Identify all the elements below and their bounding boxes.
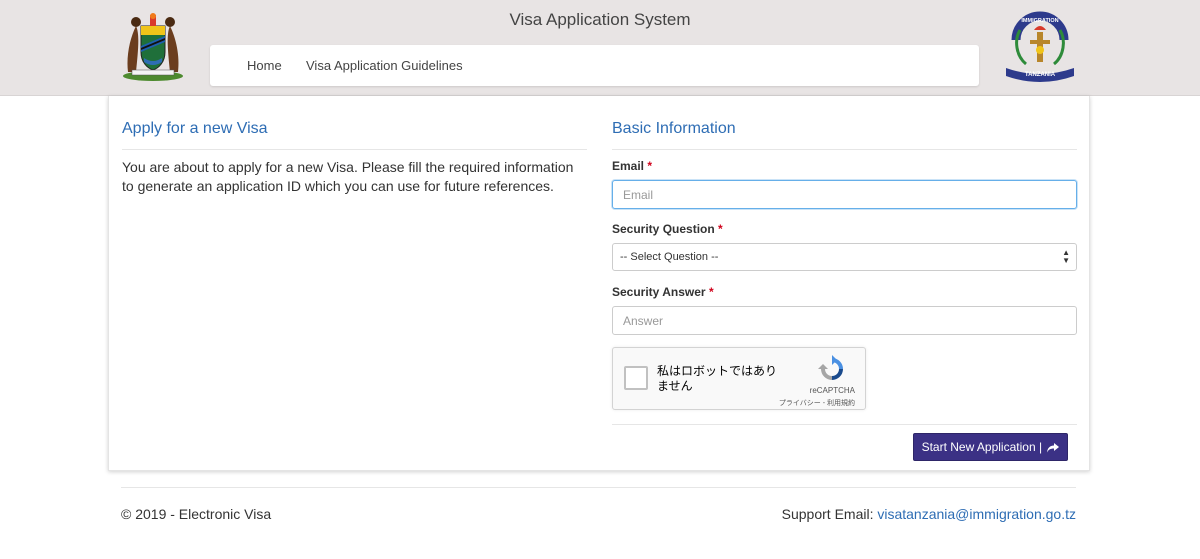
page-header: Visa Application System Home Visa Applic… bbox=[0, 0, 1200, 96]
support-label: Support Email: bbox=[781, 506, 874, 522]
start-new-application-button[interactable]: Start New Application | bbox=[913, 433, 1068, 461]
application-panel: Apply for a new Visa You are about to ap… bbox=[108, 96, 1090, 471]
footer-support: Support Email: visatanzania@immigration.… bbox=[600, 506, 1076, 522]
recaptcha-brand: reCAPTCHA bbox=[809, 386, 855, 395]
form-footer-divider bbox=[612, 424, 1077, 425]
tanzania-coat-of-arms-icon bbox=[123, 13, 183, 81]
select-value: -- Select Question -- bbox=[620, 251, 719, 263]
required-marker: * bbox=[647, 159, 653, 173]
required-marker: * bbox=[718, 222, 723, 236]
heading-divider bbox=[122, 149, 587, 150]
logo-tanzania-text: TANZANIA bbox=[1025, 72, 1056, 78]
immigration-tanzania-logo-icon: IMMIGRATION TANZANIA bbox=[1006, 11, 1074, 82]
main-navbar: Home Visa Application Guidelines bbox=[210, 45, 979, 86]
logo-immigration-text: IMMIGRATION bbox=[1021, 18, 1058, 24]
recaptcha-icon bbox=[818, 355, 843, 380]
form-heading-divider bbox=[612, 149, 1077, 150]
email-label: Email * bbox=[612, 159, 653, 173]
nav-guidelines-link[interactable]: Visa Application Guidelines bbox=[306, 58, 463, 73]
nav-home-link[interactable]: Home bbox=[247, 58, 282, 73]
select-arrows-icon: ▲ ▼ bbox=[1062, 248, 1070, 265]
security-question-select[interactable]: -- Select Question -- ▲ ▼ bbox=[612, 243, 1077, 271]
apply-heading: Apply for a new Visa bbox=[122, 120, 268, 137]
share-arrow-icon bbox=[1047, 442, 1060, 453]
support-email-link[interactable]: visatanzania@immigration.go.tz bbox=[877, 506, 1076, 522]
email-field[interactable] bbox=[612, 180, 1077, 209]
intro-text: You are about to apply for a new Visa. P… bbox=[122, 159, 574, 194]
security-answer-label: Security Answer * bbox=[612, 285, 714, 299]
security-question-label: Security Question * bbox=[612, 222, 723, 236]
recaptcha-privacy-links[interactable]: プライバシー - 利用規約 bbox=[613, 398, 855, 408]
footer-divider bbox=[121, 487, 1076, 488]
security-answer-field[interactable] bbox=[612, 306, 1077, 335]
recaptcha-widget: 私はロボットではありません reCAPTCHA プライバシー - 利用規約 bbox=[612, 347, 866, 410]
basic-info-heading: Basic Information bbox=[612, 120, 736, 137]
footer-copyright: © 2019 - Electronic Visa bbox=[121, 506, 272, 522]
required-marker: * bbox=[708, 285, 714, 299]
